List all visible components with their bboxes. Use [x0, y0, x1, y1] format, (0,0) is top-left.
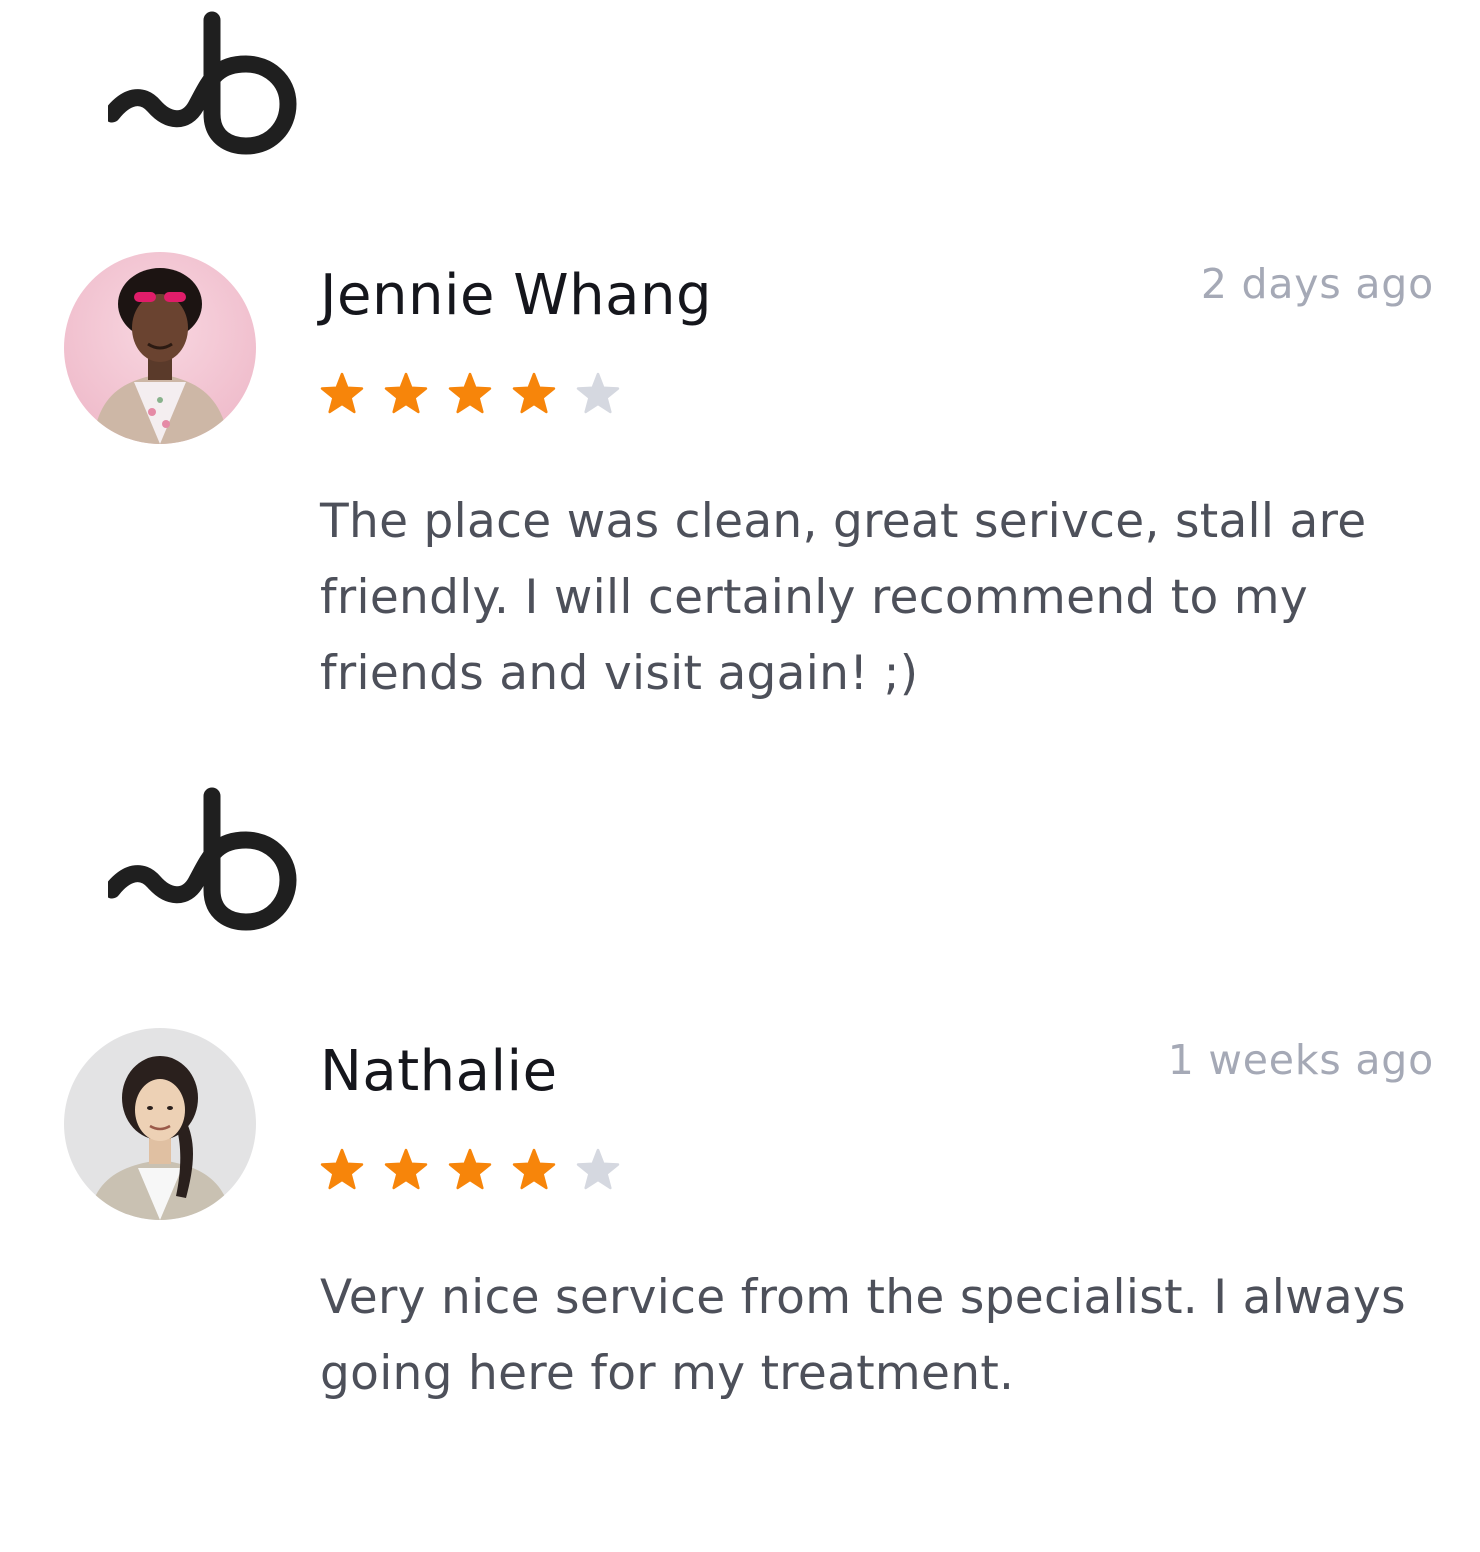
- review-timestamp: 2 days ago: [1200, 260, 1434, 308]
- star-filled-icon: [384, 1148, 428, 1190]
- avatar[interactable]: [64, 1028, 256, 1220]
- review-text: The place was clean, great serivce, stal…: [320, 494, 1367, 701]
- star-filled-icon: [384, 372, 428, 414]
- reviewer-name: Jennie Whang: [320, 263, 712, 328]
- brand-logo-icon: [103, 10, 300, 156]
- star-filled-icon: [512, 372, 556, 414]
- rating-stars: [320, 1148, 620, 1196]
- review-timestamp: 1 weeks ago: [1167, 1036, 1434, 1084]
- star-empty-icon: [576, 372, 620, 414]
- star-filled-icon: [448, 1148, 492, 1190]
- reviewer-name: Nathalie: [320, 1039, 558, 1104]
- review-card: Nathalie 1 weeks ago Very nice service f…: [0, 776, 1480, 1552]
- star-filled-icon: [320, 1148, 364, 1190]
- review-text: Very nice service from the specialist. I…: [320, 1270, 1406, 1401]
- rating-stars: [320, 372, 620, 420]
- star-filled-icon: [448, 372, 492, 414]
- avatar[interactable]: [64, 252, 256, 444]
- star-empty-icon: [576, 1148, 620, 1190]
- star-filled-icon: [320, 372, 364, 414]
- brand-logo-icon: [103, 786, 300, 932]
- review-card: Jennie Whang 2 days ago The place was cl…: [0, 0, 1480, 776]
- star-filled-icon: [512, 1148, 556, 1190]
